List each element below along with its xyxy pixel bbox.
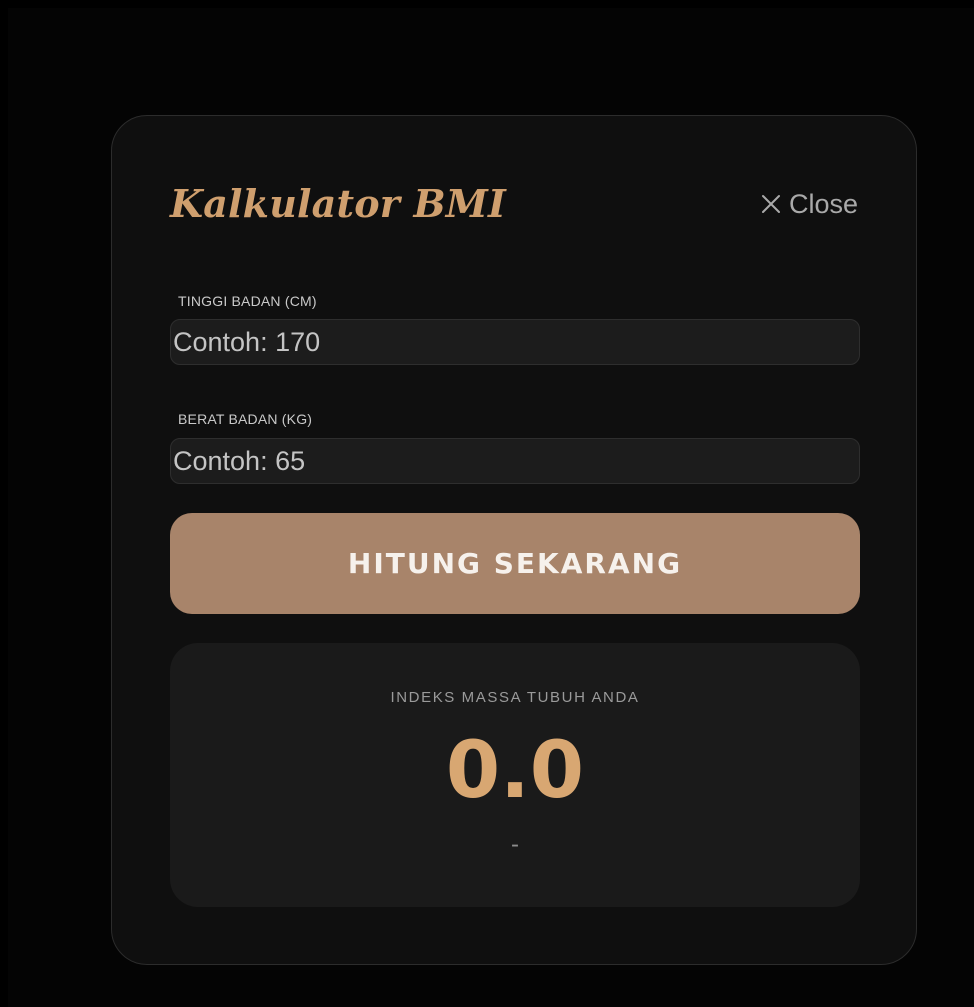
weight-field-label: BERAT BADAN (KG) (178, 411, 313, 427)
close-icon (761, 195, 780, 213)
height-input[interactable] (170, 319, 860, 365)
weight-input[interactable] (170, 438, 860, 484)
result-label: INDEKS MASSA TUBUH ANDA (390, 689, 640, 706)
calculate-button[interactable]: HITUNG SEKARANG (170, 513, 860, 614)
close-button[interactable]: Close (760, 186, 858, 222)
height-field-label: TINGGI BADAN (CM) (178, 293, 317, 309)
page-backdrop: Kalkulator BMI Close TINGGI BADAN (CM) B… (8, 8, 974, 1007)
bmi-value: 0.0 (445, 726, 585, 816)
result-card: INDEKS MASSA TUBUH ANDA 0.0 - (170, 643, 860, 907)
close-button-label: Close (788, 188, 858, 219)
bmi-calculator-modal: Kalkulator BMI Close TINGGI BADAN (CM) B… (111, 115, 917, 965)
modal-title: Kalkulator BMI (170, 181, 507, 226)
bmi-category: - (511, 831, 519, 858)
